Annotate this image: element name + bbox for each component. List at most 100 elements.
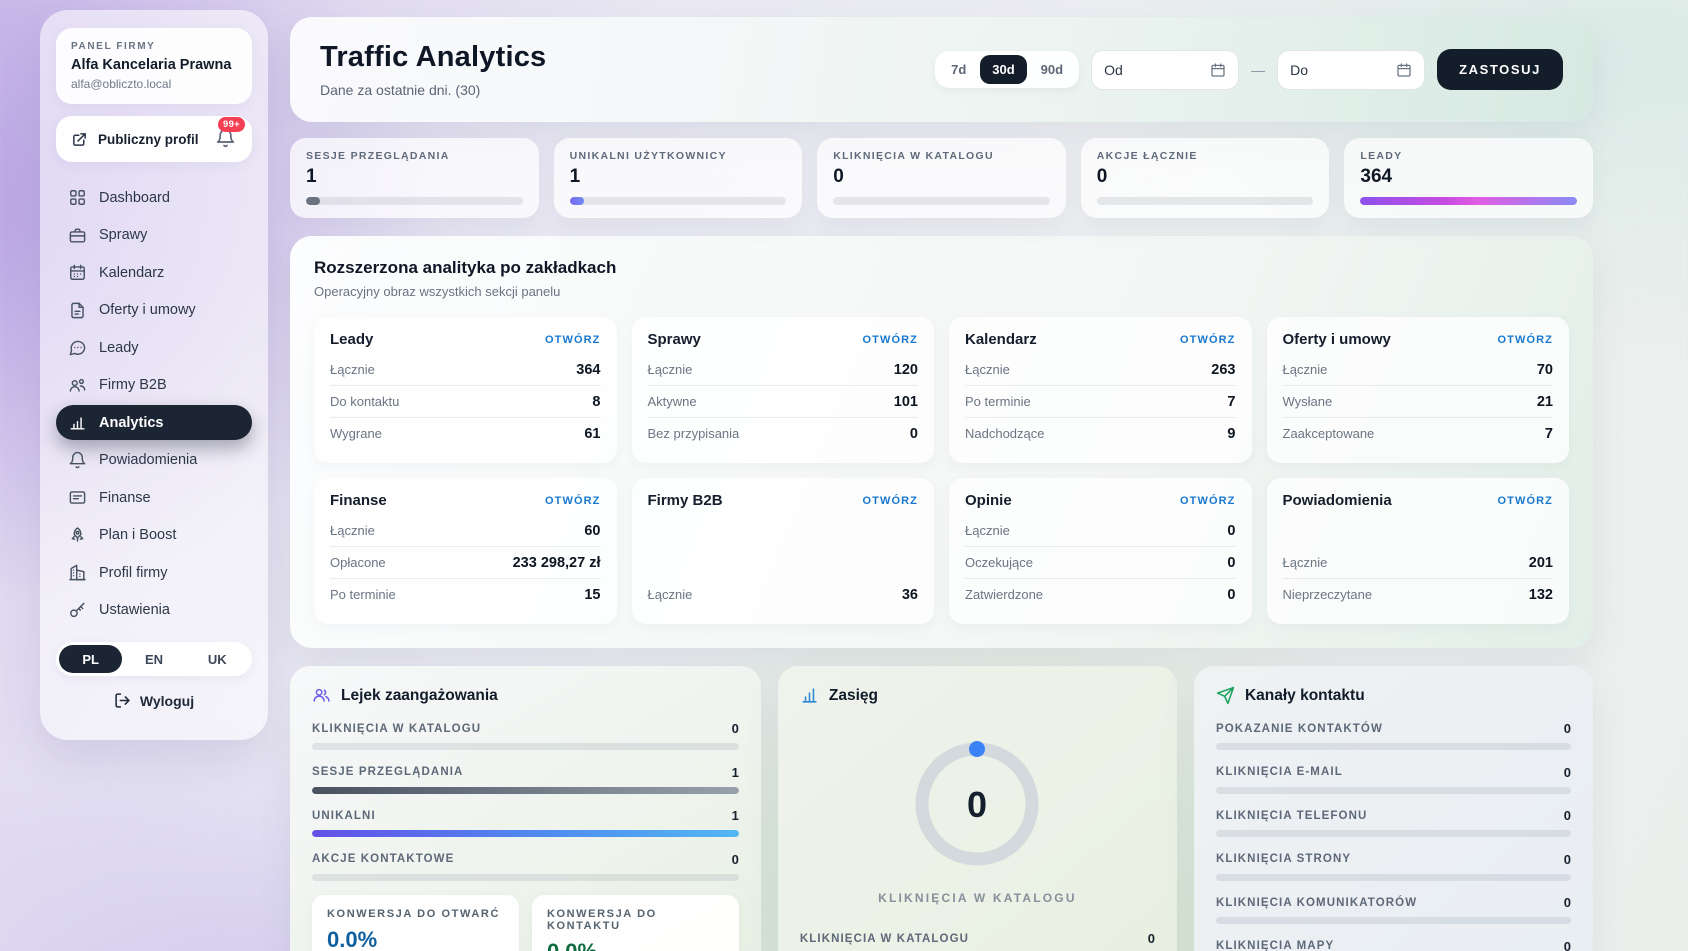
bar-row-top: SESJE PRZEGLĄDANIA 1 [312,765,739,780]
notification-bell-icon[interactable]: 99+ [215,128,237,150]
tab-card-kalendarz: KalendarzOTWÓRZŁącznie263Po terminie7Nad… [949,317,1252,463]
range-option-7d[interactable]: 7d [939,55,978,84]
open-link-opinie[interactable]: OTWÓRZ [1180,495,1235,507]
date-from-input[interactable] [1104,62,1202,78]
people-icon [68,376,87,395]
bar-track [1216,743,1571,750]
calendar-icon [1210,62,1226,78]
sidebar-item-label: Leady [99,340,139,356]
reach-title: Zasięg [829,687,878,705]
bar-row-top: KLIKNIĘCIA W KATALOGU0 [312,721,739,736]
tab-card-row: Łącznie364 [330,354,601,385]
sidebar-item-ustawienia[interactable]: Ustawienia [56,593,252,628]
sidebar-item-sprawy[interactable]: Sprawy [56,218,252,253]
tab-card-head: OpinieOTWÓRZ [965,492,1236,509]
row-value: 21 [1537,394,1553,410]
public-profile-button[interactable]: Publiczny profil 99+ [56,116,252,162]
row-label: Do kontaktu [330,394,399,409]
tab-card-rows: Łącznie70Wysłane21Zaakceptowane7 [1283,354,1554,449]
open-link-firmy-b2b[interactable]: OTWÓRZ [863,495,918,507]
sidebar-item-plan-i-boost[interactable]: Plan i Boost [56,518,252,553]
date-from-field[interactable] [1091,50,1239,90]
sidebar-item-powiadomienia[interactable]: Powiadomienia [56,443,252,478]
tab-card-row: Po terminie15 [330,578,601,610]
sidebar-item-profil-firmy[interactable]: Profil firmy [56,555,252,590]
metric-bar-row: SESJE PRZEGLĄDANIA 1 [312,765,739,794]
sidebar-item-label: Sprawy [99,227,147,243]
open-link-leady[interactable]: OTWÓRZ [545,334,600,346]
row-label: Wygrane [330,426,382,441]
row-label: Nadchodzące [965,426,1045,441]
bar-label: POKAZANIE KONTAKTÓW [1216,723,1383,735]
range-option-90d[interactable]: 90d [1029,55,1075,84]
row-label: Nieprzeczytane [1283,587,1373,602]
bar-row-top: UNIKALNI1 [312,808,739,823]
bottom-row: Lejek zaangażowania KLIKNIĘCIA W KATALOG… [290,666,1593,951]
sidebar-item-kalendarz[interactable]: Kalendarz [56,255,252,290]
tab-card-row: Łącznie263 [965,354,1236,385]
tab-card-leady: Leady OTWÓRZ Łącznie364 Do kontaktu 8 Wygrane… [314,317,617,463]
row-label: Bez przypisania [648,426,740,441]
logout-button[interactable]: Wyloguj [56,692,252,709]
row-value: 0 [1227,555,1235,571]
bar-label: KLIKNIĘCIA E-MAIL [1216,766,1343,778]
row-label: Łącznie [1283,362,1328,377]
row-value: 132 [1529,587,1553,603]
sidebar-item-label: Firmy B2B [99,377,167,393]
tab-card-firmy-b2b: Firmy B2BOTWÓRZ Łącznie36 [632,478,935,624]
lang-button-uk[interactable]: UK [186,645,249,673]
stat-progress-fill [1360,197,1577,205]
open-link-finanse[interactable]: OTWÓRZ [545,495,600,507]
tab-card-rows: Łącznie0Oczekujące0Zatwierdzone0 [965,515,1236,610]
apply-button[interactable]: ZASTOSUJ [1437,49,1563,90]
tab-card-title: Leady [330,331,373,348]
stat-label: LEADY [1360,150,1577,162]
date-to-input[interactable] [1290,62,1388,78]
row-label: Łącznie [330,362,375,377]
conversion-box-konwersja-do-otwar: KONWERSJA DO OTWARĆ0.0% [312,895,519,951]
tab-card-row: Bez przypisania0 [648,417,919,449]
stat-card-klikni-cia-w-katalogu: KLIKNIĘCIA W KATALOGU0 [817,138,1066,218]
date-range-dash: — [1251,62,1265,78]
range-option-30d[interactable]: 30d [980,55,1026,84]
lang-button-pl[interactable]: PL [59,645,122,673]
bar-value: 0 [1148,931,1155,946]
tab-card-head: Oferty i umowyOTWÓRZ [1283,331,1554,348]
lang-button-en[interactable]: EN [122,645,185,673]
open-link-powiadomienia[interactable]: OTWÓRZ [1498,495,1553,507]
bar-track [312,830,739,837]
open-link-kalendarz[interactable]: OTWÓRZ [1180,334,1235,346]
sidebar-nav: Dashboard Sprawy KalendarzOferty i umowy Le… [56,180,252,630]
bar-label: SESJE PRZEGLĄDANIA [312,766,463,778]
open-link-sprawy[interactable]: OTWÓRZ [863,334,918,346]
bar-value: 1 [732,765,739,780]
tab-card-row: Do kontaktu 8 [330,385,601,417]
conversion-value: 0.0% [547,939,724,951]
tab-card-head: Firmy B2BOTWÓRZ [648,492,919,509]
row-value: 8 [592,394,600,410]
tab-card-row: Zaakceptowane7 [1283,417,1554,449]
sidebar-item-oferty-i-umowy[interactable]: Oferty i umowy [56,293,252,328]
sidebar-item-dashboard[interactable]: Dashboard [56,180,252,215]
sidebar-item-analytics[interactable]: Analytics [56,405,252,440]
sidebar-item-leady[interactable]: Leady [56,330,252,365]
row-label: Aktywne [648,394,697,409]
bar-chart-icon [800,686,819,705]
send-icon [1216,686,1235,705]
tab-card-rows: Łącznie36 [648,579,919,610]
tab-card-row: Wygrane61 [330,417,601,449]
metric-bar-row: KLIKNIĘCIA E-MAIL0 [1216,765,1571,794]
tab-card-title: Kalendarz [965,331,1037,348]
bar-fill [312,830,739,837]
company-email: alfa@obliczto.local [71,77,237,91]
row-label: Łącznie [1283,555,1328,570]
sidebar-item-firmy-b2b[interactable]: Firmy B2B [56,368,252,403]
donut-label: KLIKNIĘCIA W KATALOGU [878,891,1077,905]
open-link-oferty-i-umowy[interactable]: OTWÓRZ [1498,334,1553,346]
engagement-funnel-card: Lejek zaangażowania KLIKNIĘCIA W KATALOG… [290,666,761,951]
people-icon [312,686,331,705]
stat-label: AKCJE ŁĄCZNIE [1097,150,1314,162]
reach-donut: 0 KLIKNIĘCIA W KATALOGU [800,721,1155,909]
sidebar-item-finanse[interactable]: Finanse [56,480,252,515]
date-to-field[interactable] [1277,50,1425,90]
